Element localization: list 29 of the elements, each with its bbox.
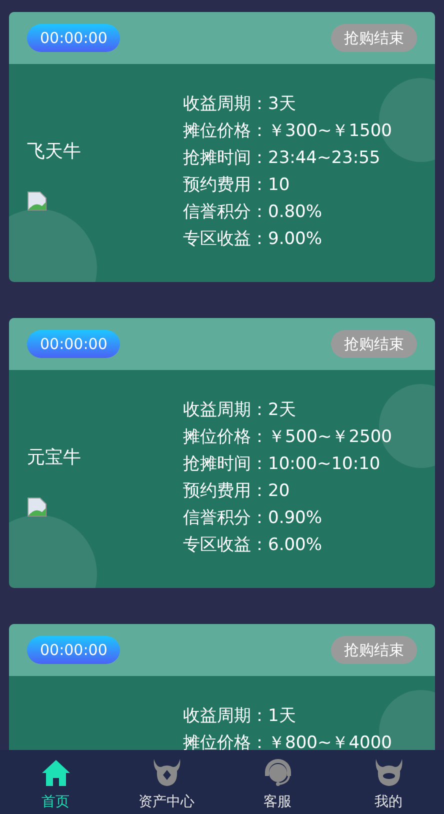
product-name: 飞天牛	[27, 140, 82, 163]
nav-tab[interactable]: 我的	[333, 750, 444, 814]
info-row-text: 信誉积分：0.90%	[183, 507, 324, 530]
nav-tab[interactable]: 资产中心	[111, 750, 222, 814]
info-row-text: 收益周期：1天	[183, 705, 297, 728]
bull-face-icon	[374, 757, 404, 787]
info-row-text: 预约费用：10	[183, 174, 291, 197]
info-row-text: 抢摊时间：10:00~10:10	[183, 453, 382, 476]
headset-icon	[262, 757, 292, 787]
nav-tab[interactable]: 客服	[222, 750, 333, 814]
info-row-text: 预约费用：20	[183, 480, 291, 503]
countdown-timer: 00:00:00	[27, 330, 120, 358]
status-badge: 抢购结束	[331, 636, 417, 664]
info-row-text: 抢摊时间：23:44~23:55	[183, 147, 382, 170]
info-row-text: 专区收益：9.00%	[183, 228, 324, 251]
status-badge: 抢购结束	[331, 24, 417, 52]
bull-head-icon	[152, 757, 182, 787]
info-row-text: 摊位价格：￥300~￥1500	[183, 120, 392, 143]
home-icon	[40, 759, 70, 787]
countdown-timer: 00:00:00	[27, 24, 120, 52]
info-row-text: 收益周期：3天	[183, 93, 297, 116]
info-row-text: 信誉积分：0.80%	[183, 201, 324, 224]
info-row-text: 专区收益：6.00%	[183, 534, 324, 557]
info-row-text: 摊位价格：￥500~￥2500	[183, 426, 392, 449]
nav-tab[interactable]: 首页	[0, 750, 111, 814]
product-name: 元宝牛	[27, 446, 82, 469]
info-row-text: 收益周期：2天	[183, 399, 297, 422]
countdown-timer: 00:00:00	[27, 636, 120, 664]
status-badge: 抢购结束	[331, 330, 417, 358]
